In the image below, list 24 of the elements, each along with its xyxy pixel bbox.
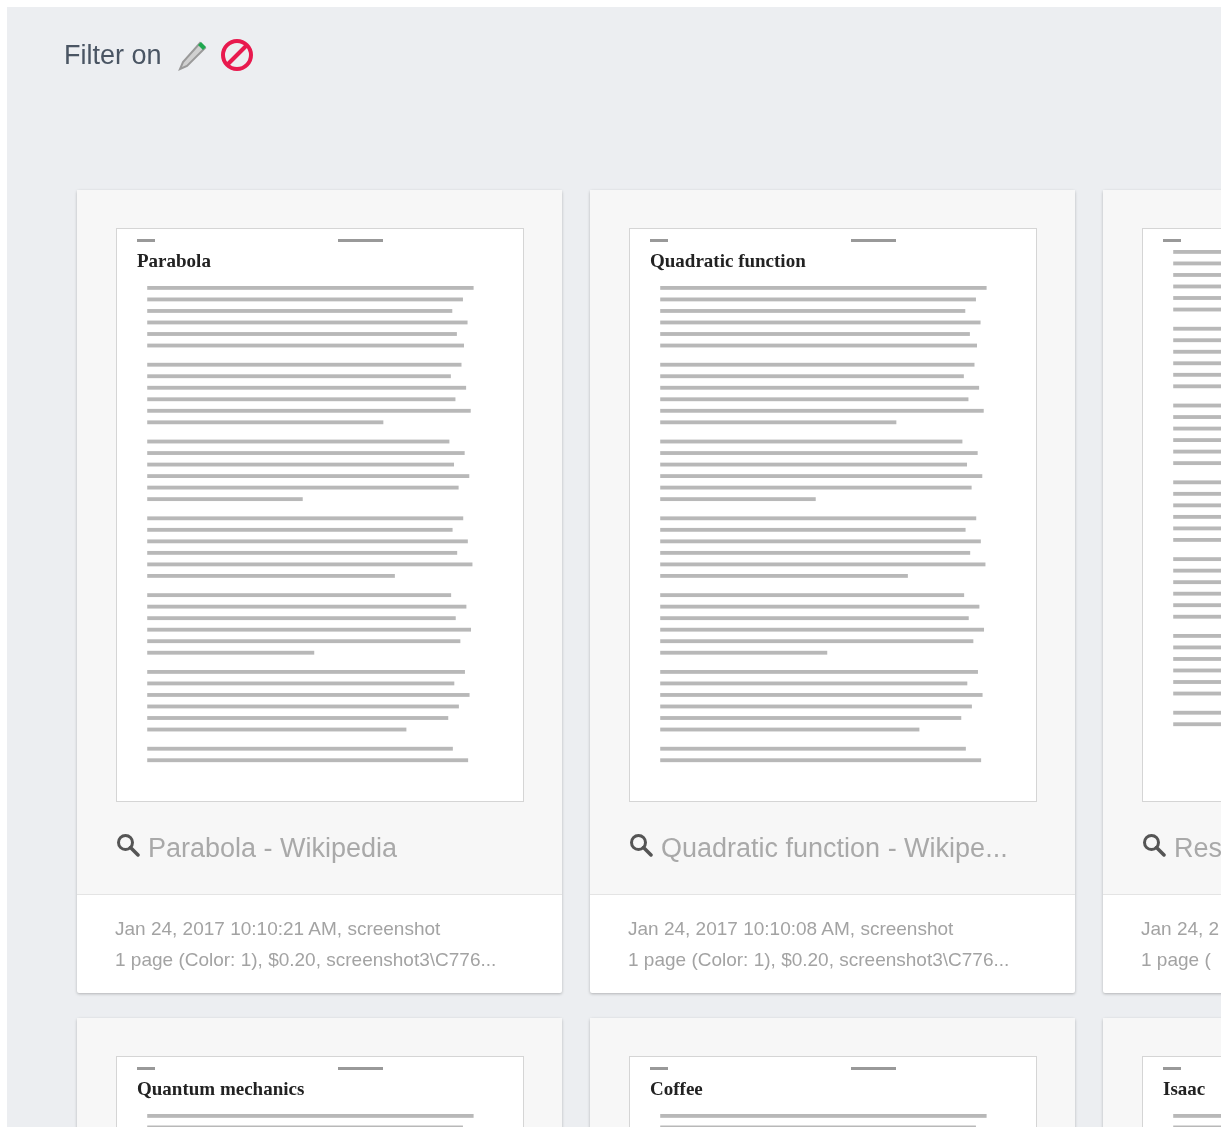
document-title: Quadratic function - Wikipe...	[661, 832, 1008, 864]
document-card[interactable]: Isaac	[1103, 1018, 1221, 1127]
document-card[interactable]: Quantum mechanics	[77, 1018, 562, 1127]
document-card[interactable]: Coffee	[590, 1018, 1075, 1127]
document-heading: Quadratic function	[650, 250, 807, 272]
search-icon	[1142, 833, 1166, 857]
document-heading: Isaac	[1163, 1078, 1207, 1100]
document-meta: Jan 24, 2017 10:10:08 AM, screenshot	[628, 917, 955, 941]
document-meta: Jan 24, 2017 10:10:21 AM, screenshot	[115, 917, 442, 941]
document-meta: 1 page (Color: 1), $0.20, screenshot3\C776...	[115, 948, 498, 972]
document-title: Parabola - Wikipedia	[148, 832, 398, 864]
document-card[interactable]: Quadratic function Quadratic function - Wikipe... Jan 24, 2017 10:10:08 AM, screenshot 1 page (Color: 1), $0.20, screenshot3\C776...	[590, 190, 1075, 993]
document-heading: Quantum mechanics	[137, 1078, 306, 1100]
document-meta: 1 page (	[1141, 948, 1212, 972]
document-heading: Coffee	[650, 1078, 704, 1100]
document-title: Res	[1174, 832, 1221, 864]
document-heading: Parabola	[137, 250, 212, 272]
filter-label: Filter on	[64, 39, 162, 71]
document-meta: Jan 24, 2	[1141, 917, 1221, 941]
document-meta: 1 page (Color: 1), $0.20, screenshot3\C776...	[628, 948, 1011, 972]
search-icon	[629, 833, 653, 857]
prohibited-icon[interactable]	[219, 38, 254, 72]
search-icon	[116, 833, 140, 857]
document-card[interactable]: Parabola Parabola - Wikipedia Jan 24, 2017 10:10:21 AM, screenshot 1 page (Color: 1), $0.20, screenshot3\C776...	[77, 190, 562, 993]
